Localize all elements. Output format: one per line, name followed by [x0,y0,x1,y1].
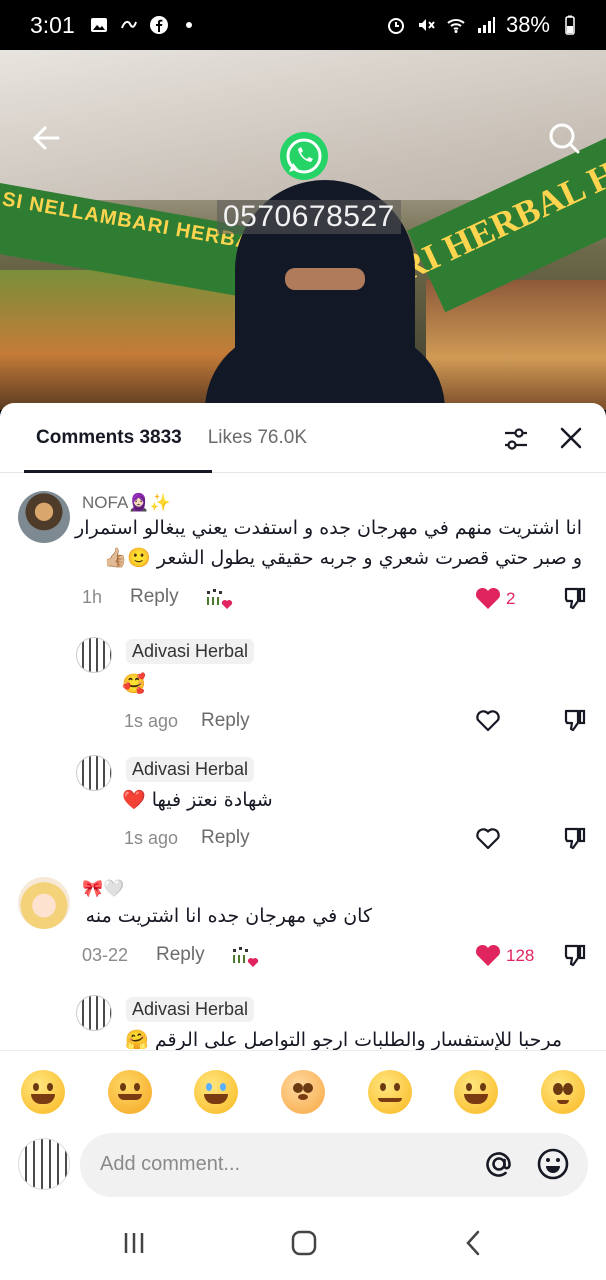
status-time: 3:01 [30,11,75,38]
comment-text: 🥰 [122,673,146,695]
like-heart-filled-icon[interactable] [474,585,502,611]
wifi-icon [447,19,465,33]
dislike-icon[interactable] [562,585,588,611]
my-avatar[interactable] [18,1138,70,1190]
like-heart-outline-icon[interactable] [474,825,502,851]
avatar[interactable] [18,877,70,929]
emoji-smirk-icon[interactable] [367,1069,412,1114]
comments-sheet: Comments 3833 Likes 76.0K NOFA🧕🏻✨ انا اش… [0,403,606,1280]
mention-at-icon[interactable] [482,1147,516,1181]
emoji-hearts-icon[interactable] [107,1069,152,1114]
comment-input-row: Add comment... [0,1133,606,1203]
emoji-pleading-icon[interactable] [540,1069,585,1114]
home-icon[interactable] [290,1229,318,1257]
comment-time: 1s ago [124,828,179,848]
comment-text: انا اشتريت منهم في مهرجان جده و استفدت ي… [75,517,582,569]
comment-username[interactable]: NOFA🧕🏻✨ [82,493,171,513]
battery-percent: 38% [505,12,550,37]
comment-username[interactable]: Adivasi Herbal [126,997,255,1022]
tab-comments[interactable]: Comments 3833 [36,427,182,449]
emoji-grin-icon[interactable] [21,1069,66,1114]
comment-time: 1s ago [124,711,179,731]
dot-icon [185,22,192,28]
emoji-tears-of-joy-icon[interactable] [194,1069,239,1114]
comment-text: كان في مهرجان جده انا اشتريت منه [85,905,372,927]
video-player[interactable]: SI NELLAMBARI HERBAL HA RI HERBAL H 0570… [0,50,606,410]
system-nav-bar [0,1203,606,1280]
gallery-icon [90,18,107,32]
creator-liked-icon [233,947,259,967]
comment-username[interactable]: Adivasi Herbal [126,639,255,664]
close-icon[interactable] [558,425,584,451]
comment-text: شهادة نعتز فيها ❤️ [122,789,273,811]
avatar[interactable] [76,755,112,791]
whatsapp-icon [280,132,328,180]
like-heart-outline-icon[interactable] [474,707,502,733]
search-icon[interactable] [546,120,582,156]
link-icon [120,20,137,29]
reply-button[interactable]: Reply [156,944,205,966]
alarm-icon [387,18,404,34]
comment-input[interactable]: Add comment... [80,1133,588,1197]
reply-button[interactable]: Reply [201,710,250,732]
dislike-icon[interactable] [562,942,588,968]
comment-input-placeholder: Add comment... [100,1153,241,1175]
emoji-picker-icon[interactable] [536,1147,570,1181]
mute-icon [418,19,435,31]
like-count: 2 [506,589,516,608]
comment-text: مرحبا للإستفسار والطلبات ارجو التواصل عل… [125,1029,562,1050]
recent-apps-icon[interactable] [120,1229,148,1257]
phone-number-overlay: 0570678527 [217,200,401,234]
avatar[interactable] [76,637,112,673]
reply-button[interactable]: Reply [201,827,250,849]
status-bar: 3:01 38% [0,0,606,50]
tab-likes[interactable]: Likes 76.0K [208,427,307,449]
dislike-icon[interactable] [562,707,588,733]
dislike-icon[interactable] [562,825,588,851]
signal-icon [477,17,495,33]
filter-sliders-icon[interactable] [502,425,530,453]
quick-emoji-bar [0,1050,606,1132]
comment-username[interactable]: Adivasi Herbal [126,757,255,782]
battery-icon [565,15,575,35]
emoji-sweat-smile-icon[interactable] [454,1069,499,1114]
tab-underline [24,470,212,473]
back-nav-icon[interactable] [460,1229,488,1257]
avatar[interactable] [18,491,70,543]
comment-time: 1h [82,587,103,607]
like-heart-filled-icon[interactable] [474,942,502,968]
comments-tabs: Comments 3833 Likes 76.0K [0,403,606,473]
like-count: 128 [506,946,535,965]
reply-button[interactable]: Reply [130,586,179,608]
creator-liked-icon [207,589,233,609]
avatar[interactable] [76,995,112,1031]
facebook-icon [149,16,168,34]
comment-username[interactable]: 🎀🤍 [82,879,124,899]
comments-list: NOFA🧕🏻✨ انا اشتريت منهم في مهرجان جده و … [0,475,606,1050]
emoji-flushed-icon[interactable] [280,1069,325,1114]
comment-time: 03-22 [82,945,129,965]
back-arrow-icon[interactable] [28,120,64,156]
